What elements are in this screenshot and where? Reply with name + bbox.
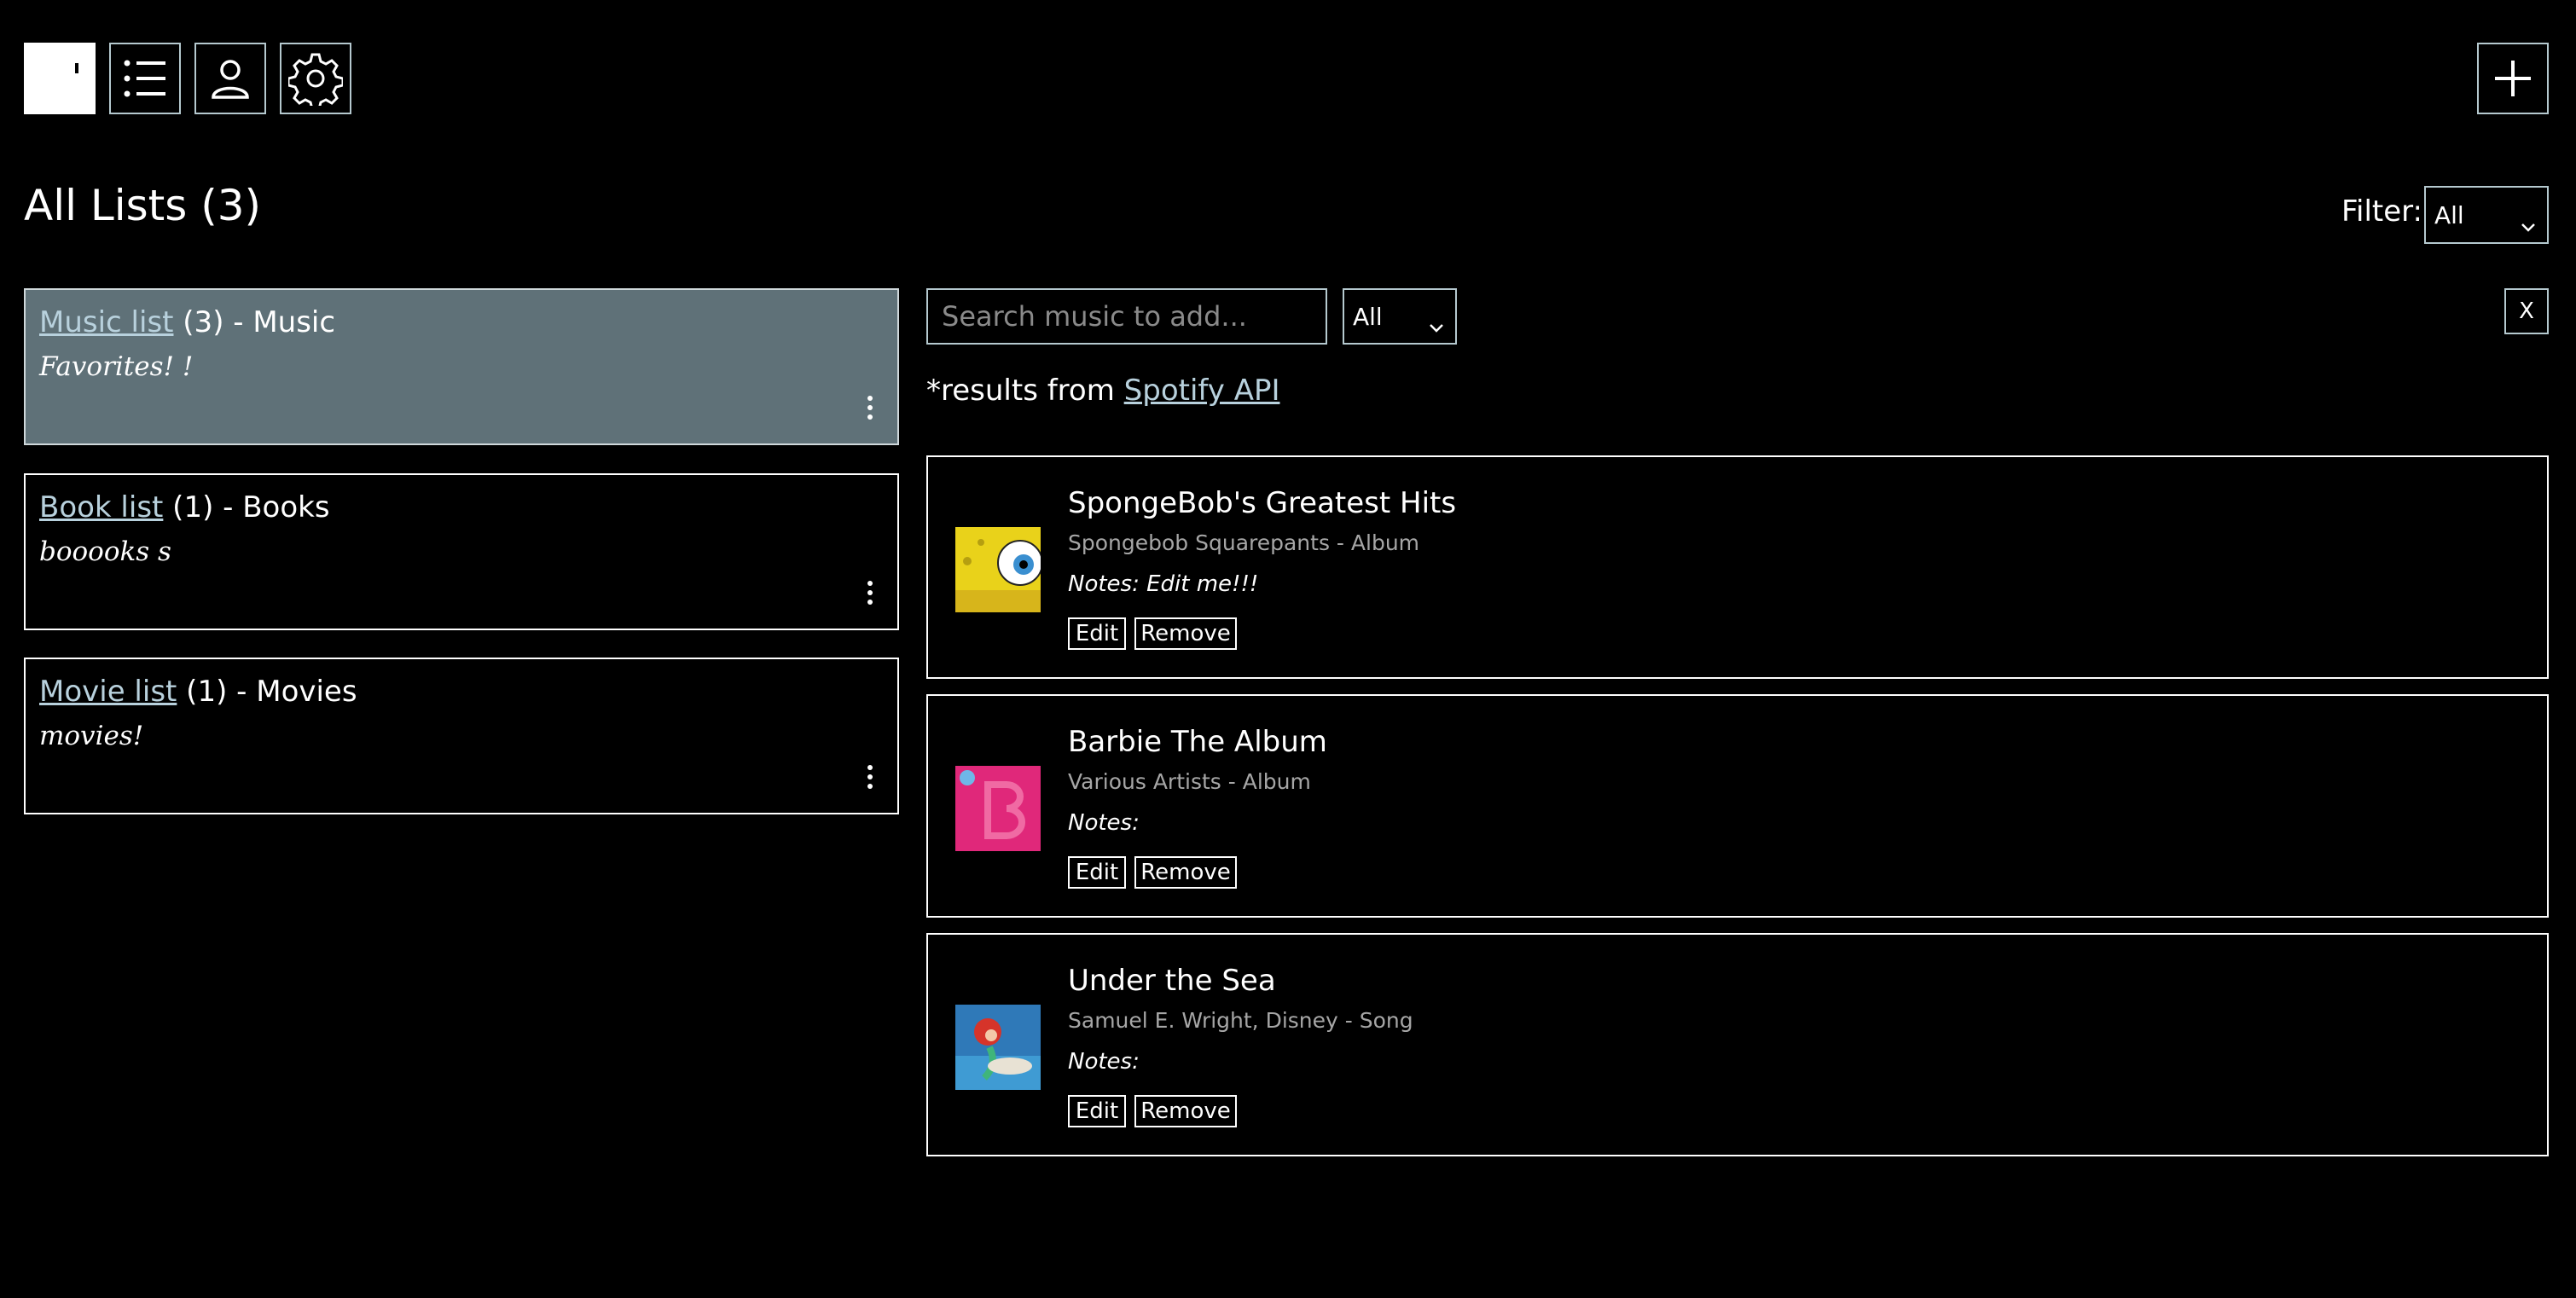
profile-button[interactable]: [194, 43, 266, 114]
item-title: Under the Sea: [1068, 964, 1276, 998]
list-card-meta: (1) - Books: [163, 490, 330, 524]
media-type-select[interactable]: All: [1343, 288, 1457, 345]
remove-button[interactable]: Remove: [1134, 1095, 1237, 1127]
settings-button[interactable]: [280, 43, 351, 114]
lists-button[interactable]: [109, 43, 181, 114]
add-list-button[interactable]: [2477, 43, 2549, 114]
results-source-note: *results from Spotify API: [926, 374, 1280, 408]
item-title: SpongeBob's Greatest Hits: [1068, 486, 1457, 520]
list-card-title: Movie list (1) - Movies: [39, 675, 357, 709]
list-card-books[interactable]: Book list (1) - Books booooks s: [24, 473, 899, 630]
item-notes: Notes:: [1068, 1049, 1140, 1075]
list-link-movies[interactable]: Movie list: [39, 675, 177, 709]
list-card-title: Book list (1) - Books: [39, 490, 330, 524]
more-options-icon[interactable]: [865, 396, 875, 421]
item-card: Barbie The Album Various Artists - Album…: [926, 694, 2549, 918]
more-options-icon[interactable]: [865, 581, 875, 606]
list-link-music[interactable]: Music list: [39, 305, 173, 339]
item-card: SpongeBob's Greatest Hits Spongebob Squa…: [926, 455, 2549, 679]
filter-select[interactable]: All: [2424, 186, 2549, 244]
item-card: Under the Sea Samuel E. Wright, Disney -…: [926, 933, 2549, 1156]
close-button[interactable]: X: [2504, 288, 2549, 334]
page-title: All Lists (3): [24, 181, 262, 230]
edit-button[interactable]: Edit: [1068, 856, 1126, 889]
remove-button[interactable]: Remove: [1134, 856, 1237, 889]
app-logo-icon: [24, 43, 96, 114]
album-art-barbie: [955, 766, 1041, 851]
filter-selected-value: All: [2434, 200, 2464, 229]
list-icon: [119, 53, 171, 104]
chevron-down-icon: [2521, 210, 2535, 238]
media-type-value: All: [1353, 302, 1383, 331]
list-card-meta: (1) - Movies: [177, 675, 357, 709]
search-placeholder: Search music to add...: [942, 300, 1247, 333]
edit-button[interactable]: Edit: [1068, 1095, 1126, 1127]
filter-label: Filter:: [2341, 194, 2422, 229]
spotify-api-link[interactable]: Spotify API: [1124, 374, 1280, 408]
item-subtitle: Spongebob Squarepants - Album: [1068, 530, 1420, 555]
list-card-meta: (3) - Music: [173, 305, 336, 339]
edit-button[interactable]: Edit: [1068, 617, 1126, 650]
item-subtitle: Samuel E. Wright, Disney - Song: [1068, 1008, 1413, 1033]
album-art-little-mermaid: [955, 1005, 1041, 1090]
list-card-description: Favorites! !: [39, 351, 194, 382]
search-input[interactable]: Search music to add...: [926, 288, 1327, 345]
list-link-books[interactable]: Book list: [39, 490, 163, 524]
item-notes: Notes:: [1068, 810, 1140, 836]
item-subtitle: Various Artists - Album: [1068, 769, 1311, 794]
item-notes: Notes: Edit me!!!: [1068, 571, 1259, 597]
chevron-down-icon: [1430, 310, 1443, 339]
list-card-description: booooks s: [39, 536, 171, 567]
results-source-prefix: *results from: [926, 374, 1124, 408]
list-card-description: movies!: [39, 721, 144, 751]
list-card-title: Music list (3) - Music: [39, 305, 335, 339]
home-logo-button[interactable]: [24, 43, 96, 114]
list-card-music[interactable]: Music list (3) - Music Favorites! !: [24, 288, 899, 445]
item-title: Barbie The Album: [1068, 725, 1327, 759]
album-art-spongebob: [955, 527, 1041, 612]
user-icon: [205, 53, 256, 104]
remove-button[interactable]: Remove: [1134, 617, 1237, 650]
more-options-icon[interactable]: [865, 765, 875, 791]
gear-icon: [288, 51, 343, 106]
list-card-movies[interactable]: Movie list (1) - Movies movies!: [24, 658, 899, 814]
plus-icon: [2492, 57, 2534, 100]
